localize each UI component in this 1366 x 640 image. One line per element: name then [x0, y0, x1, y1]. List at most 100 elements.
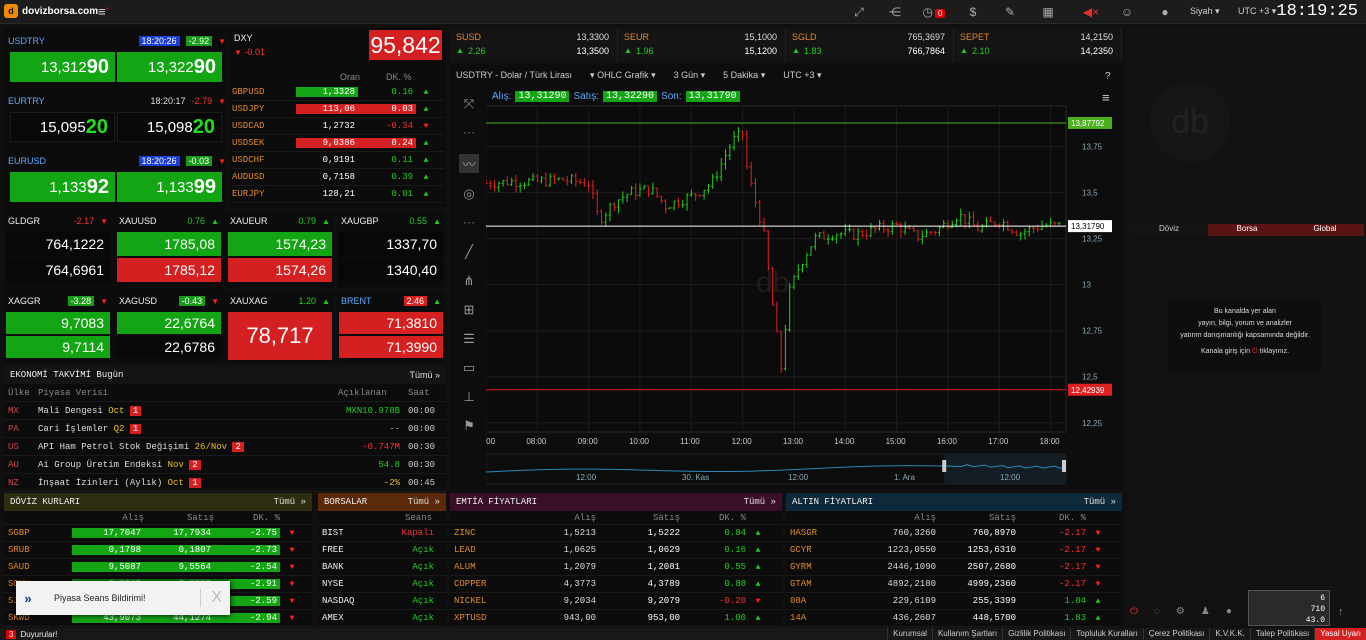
- dollar-icon[interactable]: $: [960, 3, 986, 21]
- footer-link[interactable]: Çerez Politikası: [1142, 628, 1210, 640]
- cross-rate-row[interactable]: USDCHF 0,9191 0.11 ▲: [232, 152, 444, 169]
- metal-ask[interactable]: 1785,12: [117, 258, 221, 282]
- table-row[interactable]: XPTUSD 943,00 953,00 1.00 ▲: [450, 610, 782, 627]
- metal-ask[interactable]: 22,6786: [117, 336, 221, 358]
- metal-card[interactable]: XAUXAG 1.20 ▲ 78,717: [226, 292, 334, 362]
- tab-doviz[interactable]: Döviz: [1130, 224, 1208, 236]
- footer-link[interactable]: Gizlilik Politikası: [1002, 628, 1070, 640]
- alarm-button[interactable]: ◷ 0: [918, 3, 950, 21]
- table-row[interactable]: NASDAQ Açık: [318, 593, 446, 610]
- cross-rate-row[interactable]: USDCAD 1,2732 -0.34 ▼: [232, 118, 444, 135]
- dxy-value[interactable]: 95,842: [369, 30, 442, 60]
- chat-icon[interactable]: ◌: [1154, 606, 1160, 617]
- quote-cell[interactable]: SEUR 15,1000 ▲ 1.96 15,1200: [618, 28, 786, 62]
- calendar-row[interactable]: NZ İnşaat İzinleri (Aylık) Oct 1 -2% 00:45: [4, 474, 446, 492]
- table-row[interactable]: 08A 229,6109 255,3399 1.84 ▲: [786, 593, 1122, 610]
- table-row[interactable]: NYSE Açık: [318, 576, 446, 593]
- footer-link[interactable]: Yasal Uyarı: [1314, 628, 1366, 640]
- eurtry-bid[interactable]: 15,095 20: [10, 112, 115, 142]
- eurusd-ask[interactable]: 1,133 99: [117, 172, 222, 202]
- mute-icon[interactable]: ◀×: [1078, 3, 1104, 21]
- price-chart[interactable]: 13,75 13,5 13,25 13 12,75 12,5 12,25 07:00 08:00…: [486, 102, 1122, 490]
- users-icon[interactable]: ♟: [1201, 606, 1210, 617]
- table-row[interactable]: SRUB 0,1798 0,1807 -2.73 ▼: [4, 542, 312, 559]
- metal-ask[interactable]: 1574,26: [228, 258, 332, 282]
- scroll-top-icon[interactable]: ↑: [1338, 606, 1344, 618]
- metal-ask[interactable]: 9,7114: [6, 336, 110, 358]
- chart-interval-select[interactable]: 5 Dakika ▾: [723, 70, 765, 81]
- cross-rate-row[interactable]: GBPUSD 1,3328 0.16 ▲: [232, 84, 444, 101]
- calendar-row[interactable]: PA Cari İşlemler Q2 1 -- 00:00: [4, 420, 446, 438]
- table-row[interactable]: COPPER 4,3773 4,3789 0.88 ▲: [450, 576, 782, 593]
- help-icon[interactable]: ?: [1105, 71, 1111, 82]
- table-row[interactable]: FREE Açık: [318, 542, 446, 559]
- trend-tool-icon[interactable]: 〰: [459, 154, 479, 173]
- power-icon[interactable]: ⏻: [1130, 606, 1138, 617]
- usdtry-ask[interactable]: 13,322 90: [117, 52, 222, 82]
- table-row[interactable]: GCYR 1223,0550 1253,6310 -2.17 ▼: [786, 542, 1122, 559]
- eurusd-bid[interactable]: 1,133 92: [10, 172, 115, 202]
- cross-rate-row[interactable]: AUDUSD 0,7158 0.39 ▲: [232, 169, 444, 186]
- site-logo[interactable]: d dovizborsa.com: [4, 4, 98, 18]
- calculator-icon[interactable]: ▦: [1035, 3, 1061, 21]
- dots-icon[interactable]: ⋯: [463, 125, 476, 141]
- tab-global[interactable]: Global: [1286, 224, 1364, 236]
- doviz-all-link[interactable]: Tümü »: [274, 497, 306, 507]
- toast-close-button[interactable]: X: [200, 589, 222, 607]
- metal-card[interactable]: XAUUSD 0.76 ▲ 1785,08 1785,12: [115, 212, 223, 288]
- metal-ask[interactable]: 71,3990: [339, 336, 443, 358]
- table-row[interactable]: LEAD 1,0625 1,0629 0.16 ▲: [450, 542, 782, 559]
- calendar-row[interactable]: US API Ham Petrol Stok Değişimi 26/Nov 2 -…: [4, 438, 446, 456]
- theme-select[interactable]: Siyah ▾: [1190, 6, 1220, 17]
- quote-cell[interactable]: SUSD 13,3300 ▲ 2.26 13,3500: [450, 28, 618, 62]
- emtia-all-link[interactable]: Tümü »: [744, 497, 776, 507]
- crosshair-icon[interactable]: ⤧: [464, 96, 474, 112]
- metal-bid[interactable]: 22,6764: [117, 312, 221, 334]
- footer-link[interactable]: K.V.K.K.: [1209, 628, 1250, 640]
- grid-tool-icon[interactable]: ⊞: [464, 302, 475, 318]
- fib-tool-icon[interactable]: ☰: [463, 331, 475, 347]
- metal-card[interactable]: XAUEUR 0.79 ▲ 1574,23 1574,26: [226, 212, 334, 288]
- cross-rate-row[interactable]: EURJPY 128,21 0.01 ▲: [232, 186, 444, 203]
- hide-icon[interactable]: ◎: [463, 186, 474, 202]
- metal-bid[interactable]: 1574,23: [228, 232, 332, 256]
- metal-card[interactable]: XAGGR -3.28 ▼ 9,7083 9,7114: [4, 292, 112, 362]
- eurusd-symbol[interactable]: EURUSD: [8, 156, 46, 166]
- flag-tool-icon[interactable]: ⚑: [463, 418, 475, 434]
- table-row[interactable]: HASGR 760,3260 760,8970 -2.17 ▼: [786, 525, 1122, 542]
- share-icon[interactable]: ⋲: [882, 3, 908, 21]
- table-row[interactable]: ALUM 1,2079 1,2081 0.55 ▲: [450, 559, 782, 576]
- table-row[interactable]: GTAM 4892,2180 4999,2360 -2.17 ▼: [786, 576, 1122, 593]
- dxy-symbol[interactable]: DXY: [234, 33, 253, 43]
- eurtry-symbol[interactable]: EURTRY: [8, 96, 45, 106]
- edit-icon[interactable]: ✎: [997, 3, 1023, 21]
- table-row[interactable]: AMEX Açık: [318, 610, 446, 627]
- footer-link[interactable]: Kullanım Şartları: [931, 628, 1002, 640]
- metal-bid[interactable]: 1785,08: [117, 232, 221, 256]
- metal-bid[interactable]: 71,3810: [339, 312, 443, 334]
- table-row[interactable]: SGBP 17,7047 17,7934 -2.75 ▼: [4, 525, 312, 542]
- metal-card[interactable]: XAUGBP 0.55 ▲ 1337,70 1340,40: [337, 212, 445, 288]
- footer-link[interactable]: Topluluk Kuralları: [1070, 628, 1142, 640]
- table-row[interactable]: ZINC 1,5213 1,5222 0.84 ▲: [450, 525, 782, 542]
- text-tool-icon[interactable]: ▭: [463, 360, 475, 376]
- usdtry-bid[interactable]: 13,312 90: [10, 52, 115, 82]
- metal-card[interactable]: XAGUSD -0.43 ▼ 22,6764 22,6786: [115, 292, 223, 362]
- quote-cell[interactable]: SGLD 765,3697 ▲ 1.83 766,7864: [786, 28, 954, 62]
- cross-rate-row[interactable]: USDSEK 9,0386 0.24 ▲: [232, 135, 444, 152]
- session-toast[interactable]: » Piyasa Seans Bildirimi! X: [16, 581, 230, 615]
- table-row[interactable]: GYRM 2446,1090 2507,2680 -2.17 ▼: [786, 559, 1122, 576]
- metal-bid[interactable]: 9,7083: [6, 312, 110, 334]
- metal-card[interactable]: BRENT 2.46 ▲ 71,3810 71,3990: [337, 292, 445, 362]
- timezone-select[interactable]: UTC +3 ▾: [1238, 6, 1276, 17]
- calendar-row[interactable]: AU Ai Group Üretim Endeksi Nov 2 54.8 00:30: [4, 456, 446, 474]
- cross-rate-row[interactable]: USDJPY 113,06 0.03 ▲: [232, 101, 444, 118]
- notice-login[interactable]: Kanala giriş için ⏻ tıklayınız.: [1168, 346, 1322, 358]
- footer-link[interactable]: Talep Politikası: [1249, 628, 1314, 640]
- metal-bid[interactable]: 764,1222: [6, 232, 110, 256]
- table-row[interactable]: SAUD 9,5087 9,5564 -2.54 ▼: [4, 559, 312, 576]
- line-tool-icon[interactable]: ╱: [465, 244, 473, 260]
- fork-tool-icon[interactable]: ⋔: [464, 273, 475, 289]
- fullscreen-icon[interactable]: ⤢: [846, 3, 872, 21]
- metal-ask[interactable]: 1340,40: [339, 258, 443, 282]
